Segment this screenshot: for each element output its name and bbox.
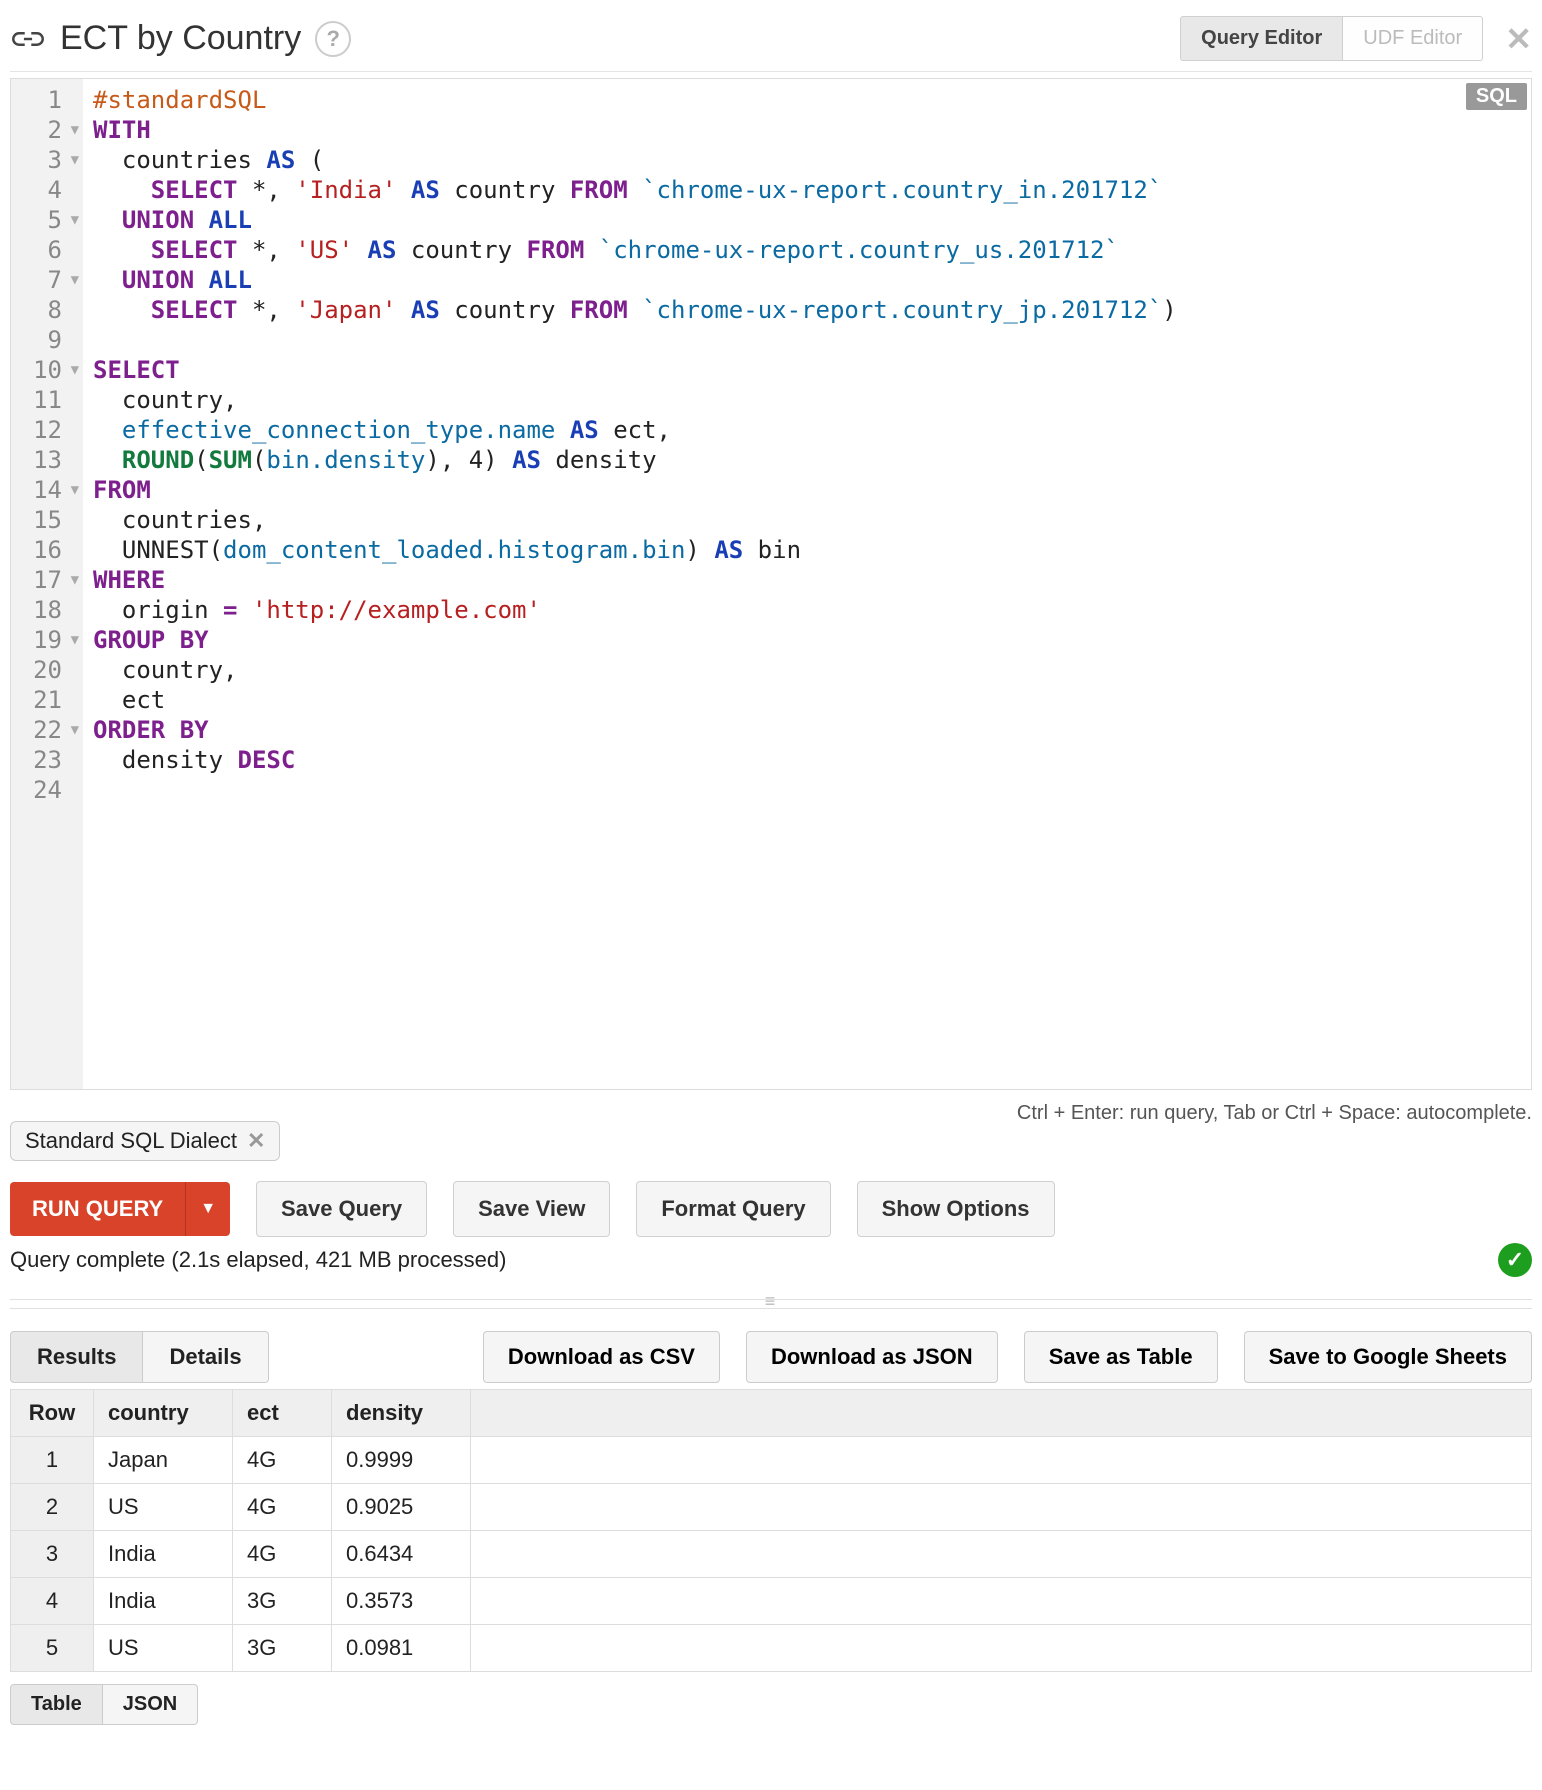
status-success-icon: ✓ [1498,1243,1532,1277]
code-line: ORDER BY [93,715,1177,745]
gutter-line: 17▼ [23,565,79,595]
download-json-button[interactable]: Download as JSON [746,1331,998,1383]
tab-query-editor[interactable]: Query Editor [1180,16,1343,61]
details-tab[interactable]: Details [143,1331,268,1383]
gutter-line: 18 [23,595,79,625]
gutter-line: 24 [23,775,79,805]
sql-editor[interactable]: SQL 12▼3▼45▼67▼8910▼11121314▼151617▼1819… [10,78,1532,1090]
gutter-line: 12 [23,415,79,445]
code-line: countries AS ( [93,145,1177,175]
results-tab[interactable]: Results [10,1331,143,1383]
editor-code[interactable]: #standardSQLWITH countries AS ( SELECT *… [83,79,1187,1089]
code-line: SELECT [93,355,1177,385]
code-line: WHERE [93,565,1177,595]
format-json-tab[interactable]: JSON [103,1684,198,1725]
show-options-button[interactable]: Show Options [857,1181,1055,1237]
results-col-header: ect [233,1390,332,1437]
header-bar: ECT by Country ? Query Editor UDF Editor… [10,10,1532,72]
code-line: UNION ALL [93,265,1177,295]
save-view-button[interactable]: Save View [453,1181,610,1237]
code-line: SELECT *, 'India' AS country FROM `chrom… [93,175,1177,205]
gutter-line: 2▼ [23,115,79,145]
table-row: 1Japan4G0.9999 [11,1437,1532,1484]
tab-udf-editor[interactable]: UDF Editor [1343,16,1483,61]
code-line: UNION ALL [93,205,1177,235]
code-line: density DESC [93,745,1177,775]
gutter-line: 23 [23,745,79,775]
gutter-line: 5▼ [23,205,79,235]
gutter-line: 9 [23,325,79,355]
gutter-line: 22▼ [23,715,79,745]
results-table: Rowcountryectdensity 1Japan4G0.99992US4G… [10,1389,1532,1672]
table-row: 5US3G0.0981 [11,1625,1532,1672]
gutter-line: 1 [23,85,79,115]
help-icon[interactable]: ? [315,21,351,57]
code-line: countries, [93,505,1177,535]
gutter-line: 6 [23,235,79,265]
format-table-tab[interactable]: Table [10,1684,103,1725]
code-line: FROM [93,475,1177,505]
gutter-line: 16 [23,535,79,565]
editor-hints: Ctrl + Enter: run query, Tab or Ctrl + S… [1017,1100,1532,1125]
gutter-line: 10▼ [23,355,79,385]
table-row: 4India3G0.3573 [11,1578,1532,1625]
results-col-header: country [94,1390,233,1437]
code-line: WITH [93,115,1177,145]
code-line: ROUND(SUM(bin.density), 4) AS density [93,445,1177,475]
code-line: country, [93,655,1177,685]
gutter-line: 13 [23,445,79,475]
gutter-line: 3▼ [23,145,79,175]
gutter-line: 11 [23,385,79,415]
dialect-chip-close-icon[interactable]: ✕ [247,1128,265,1154]
gutter-line: 21 [23,685,79,715]
run-query-dropdown[interactable]: ▼ [185,1182,230,1236]
code-line [93,325,1177,355]
code-line: SELECT *, 'US' AS country FROM `chrome-u… [93,235,1177,265]
pane-splitter[interactable] [10,1299,1532,1309]
gutter-line: 8 [23,295,79,325]
code-line: SELECT *, 'Japan' AS country FROM `chrom… [93,295,1177,325]
code-line: #standardSQL [93,85,1177,115]
results-col-header: density [332,1390,471,1437]
code-line [93,775,1177,805]
save-to-sheets-button[interactable]: Save to Google Sheets [1244,1331,1532,1383]
editor-gutter: 12▼3▼45▼67▼8910▼11121314▼151617▼1819▼202… [11,79,83,1089]
gutter-line: 19▼ [23,625,79,655]
gutter-line: 4 [23,175,79,205]
query-status: Query complete (2.1s elapsed, 421 MB pro… [10,1247,506,1273]
close-icon[interactable]: ✕ [1505,23,1532,55]
page-title: ECT by Country [60,19,301,58]
gutter-line: 15 [23,505,79,535]
dialect-chip-label: Standard SQL Dialect [25,1128,237,1154]
link-icon [10,21,46,57]
table-row: 2US4G0.9025 [11,1484,1532,1531]
table-row: 3India4G0.6434 [11,1531,1532,1578]
save-as-table-button[interactable]: Save as Table [1024,1331,1218,1383]
code-line: GROUP BY [93,625,1177,655]
save-query-button[interactable]: Save Query [256,1181,427,1237]
sql-badge: SQL [1466,83,1527,110]
gutter-line: 20 [23,655,79,685]
code-line: UNNEST(dom_content_loaded.histogram.bin)… [93,535,1177,565]
code-line: origin = 'http://example.com' [93,595,1177,625]
download-csv-button[interactable]: Download as CSV [483,1331,720,1383]
code-line: effective_connection_type.name AS ect, [93,415,1177,445]
format-query-button[interactable]: Format Query [636,1181,830,1237]
dialect-chip[interactable]: Standard SQL Dialect ✕ [10,1121,280,1161]
results-col-header: Row [11,1390,94,1437]
gutter-line: 14▼ [23,475,79,505]
gutter-line: 7▼ [23,265,79,295]
code-line: country, [93,385,1177,415]
run-query-button[interactable]: RUN QUERY [10,1182,185,1236]
code-line: ect [93,685,1177,715]
